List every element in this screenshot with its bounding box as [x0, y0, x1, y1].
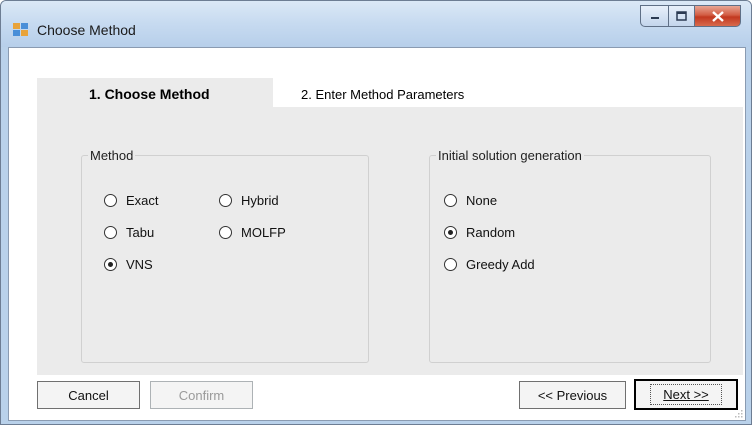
previous-button[interactable]: << Previous: [519, 381, 626, 409]
radio-selected-dot-icon: [448, 230, 453, 235]
radio-label: Tabu: [126, 225, 155, 240]
caption-buttons: [640, 5, 741, 27]
client-area: 1. Choose Method 2. Enter Method Paramet…: [8, 47, 746, 421]
radio-tabu[interactable]: Tabu: [104, 225, 154, 240]
radio-circle-icon: [104, 194, 117, 207]
radio-label: Greedy Add: [466, 257, 535, 272]
tab-label: 1. Choose Method: [89, 86, 210, 102]
dialog-window: Choose Method 1. Choose Method 2. Enter …: [0, 0, 752, 425]
radio-label: Random: [466, 225, 516, 240]
radio-label: VNS: [126, 257, 153, 272]
close-button[interactable]: [695, 5, 741, 27]
radio-circle-icon: [219, 194, 232, 207]
close-icon: [711, 10, 724, 22]
initial-solution-legend: Initial solution generation: [438, 148, 582, 163]
app-icon: [13, 23, 28, 36]
initial-solution-groupbox: Initial solution generation: [429, 148, 711, 363]
minimize-button[interactable]: [640, 5, 668, 27]
cancel-button[interactable]: Cancel: [37, 381, 140, 409]
radio-hybrid[interactable]: Hybrid: [219, 193, 279, 208]
maximize-icon: [676, 11, 687, 21]
method-groupbox: Method: [81, 148, 369, 363]
radio-none[interactable]: None: [444, 193, 497, 208]
radio-selected-dot-icon: [108, 262, 113, 267]
radio-label: Hybrid: [241, 193, 279, 208]
radio-label: None: [466, 193, 498, 208]
maximize-button[interactable]: [668, 5, 695, 27]
radio-label: MOLFP: [241, 225, 286, 240]
radio-circle-icon: [104, 226, 117, 239]
radio-label: Exact: [126, 193, 159, 208]
method-legend: Method: [90, 148, 134, 163]
radio-circle-icon: [444, 258, 457, 271]
minimize-icon: [650, 17, 659, 19]
radio-circle-icon: [444, 226, 457, 239]
radio-exact[interactable]: Exact: [104, 193, 159, 208]
title-bar[interactable]: Choose Method: [1, 1, 751, 47]
radio-random[interactable]: Random: [444, 225, 515, 240]
resize-grip-icon[interactable]: [735, 410, 743, 418]
radio-vns[interactable]: VNS: [104, 257, 153, 272]
next-button[interactable]: Next >>: [634, 379, 738, 410]
window-title: Choose Method: [37, 22, 136, 38]
radio-circle-icon: [444, 194, 457, 207]
tab-method-parameters[interactable]: 2. Enter Method Parameters: [273, 80, 503, 108]
radio-circle-icon: [104, 258, 117, 271]
radio-circle-icon: [219, 226, 232, 239]
confirm-button[interactable]: Confirm: [150, 381, 253, 409]
tab-choose-method[interactable]: 1. Choose Method: [37, 78, 273, 108]
radio-greedy-add[interactable]: Greedy Add: [444, 257, 535, 272]
next-button-label: Next >>: [650, 384, 722, 405]
radio-molfp[interactable]: MOLFP: [219, 225, 286, 240]
tab-label: 2. Enter Method Parameters: [301, 87, 465, 102]
